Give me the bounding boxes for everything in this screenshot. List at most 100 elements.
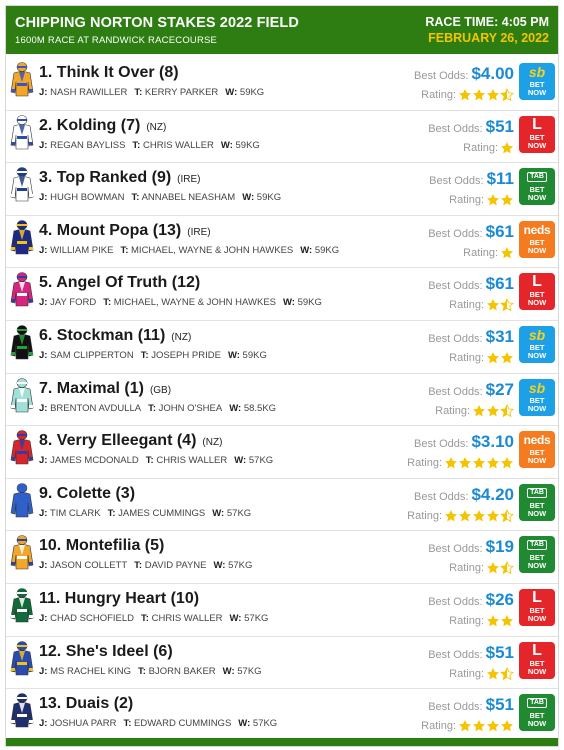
- jockey-silk-icon: [10, 114, 34, 149]
- runner-row: 10. Montefilia (5) J: JASON COLLETT T: DAV…: [6, 531, 558, 584]
- jockey-silk-icon: [10, 482, 34, 518]
- best-odds-value[interactable]: $4.20: [471, 485, 514, 504]
- runner-row: 2. Kolding (7) (NZ) J: REGAN BAYLISS T: CHR…: [6, 111, 558, 164]
- lb-logo-icon: L: [532, 273, 542, 291]
- rating-label: Rating:: [407, 457, 442, 470]
- best-odds: Best Odds: $19: [428, 537, 514, 557]
- jockey-label: J:: [39, 139, 48, 151]
- race-header: CHIPPING NORTON STAKES 2022 FIELD 1600M …: [6, 6, 558, 54]
- runner-name-text: 8. Verry Elleegant (4): [39, 432, 197, 450]
- best-odds-label: Best Odds:: [428, 385, 483, 398]
- race-subtitle: 1600M RACE AT RANDWICK RACECOURSE: [15, 35, 218, 46]
- star-full-icon: [445, 509, 457, 522]
- race-date: FEBRUARY 26, 2022: [428, 31, 549, 45]
- runner-weight: 57KG: [226, 507, 252, 519]
- star-full-icon: [445, 457, 457, 469]
- runner-name-text: 3. Top Ranked (9): [39, 169, 172, 187]
- best-odds-value[interactable]: $61: [486, 222, 514, 241]
- runner-meta: J: REGAN BAYLISS T: CHRIS WALLER W: 59KG: [39, 140, 260, 151]
- runner-name-text: 2. Kolding (7): [39, 116, 141, 134]
- trainer-label: T:: [145, 455, 154, 467]
- jockey-label: J:: [39, 402, 48, 414]
- bet-now-button[interactable]: neds BET NOW: [519, 220, 555, 258]
- star-full-icon: [473, 404, 485, 416]
- weight-label: W:: [220, 139, 233, 151]
- jockey-name: HUGH BOWMAN: [50, 192, 125, 204]
- best-odds-value[interactable]: $51: [486, 117, 514, 136]
- bet-now-button[interactable]: TAB BET NOW: [519, 168, 555, 206]
- jockey-name: NASH RAWILLER: [50, 87, 128, 98]
- star-full-icon: [487, 404, 499, 416]
- now-label: NOW: [527, 561, 547, 571]
- jockey-silk-icon: [10, 640, 34, 675]
- best-odds-label: Best Odds:: [428, 648, 483, 661]
- runner-weight: 59KG: [297, 297, 322, 309]
- best-odds-value[interactable]: $19: [486, 537, 514, 556]
- bet-now-button[interactable]: L BET NOW: [519, 641, 555, 679]
- now-label: NOW: [527, 508, 547, 518]
- best-odds-value[interactable]: $27: [486, 380, 514, 399]
- best-odds-value[interactable]: $3.10: [471, 432, 514, 451]
- star-full-icon: [487, 457, 499, 469]
- runner-country: (NZ): [171, 331, 192, 343]
- lb-logo-icon: L: [532, 115, 542, 133]
- tab-logo-icon: TAB: [519, 694, 555, 712]
- jockey-silk-icon: [10, 325, 34, 360]
- star-full-icon: [459, 89, 471, 101]
- race-time: RACE TIME: 4:05 PM: [425, 15, 549, 29]
- best-odds: Best Odds: $31: [428, 327, 514, 347]
- runner-meta: J: NASH RAWILLER T: KERRY PARKER W: 59KG: [39, 87, 264, 98]
- bet-now-button[interactable]: sb BET NOW: [519, 325, 555, 363]
- weight-label: W:: [212, 507, 225, 519]
- neds-logo-icon: neds: [523, 433, 551, 448]
- bet-now-button[interactable]: sb BET NOW: [519, 378, 555, 416]
- star-full-icon: [473, 720, 485, 732]
- best-odds: Best Odds: $61: [428, 274, 514, 294]
- best-odds-value[interactable]: $11: [487, 169, 514, 188]
- runner-row: 6. Stockman (11) (NZ) J: SAM CLIPPERTON T: …: [6, 321, 558, 374]
- runner-name-text: 10. Montefilia (5): [39, 537, 165, 555]
- best-odds: Best Odds: $51: [428, 643, 514, 663]
- sb-logo-icon: sb: [528, 326, 546, 343]
- bet-now-button[interactable]: L BET NOW: [519, 115, 555, 153]
- runner-row: 1. Think It Over (8) J: NASH RAWILLER T: K…: [6, 58, 558, 111]
- trainer-name: ANNABEL NEASHAM: [141, 192, 236, 204]
- runner-row: 8. Verry Elleegant (4) (NZ) J: JAMES MCDON…: [6, 426, 558, 479]
- jockey-name: MS RACHEL KING: [50, 665, 132, 677]
- runner-name: 3. Top Ranked (9) (IRE): [39, 169, 201, 187]
- rating-label: Rating:: [449, 194, 484, 207]
- bet-now-button[interactable]: sb BET NOW: [519, 63, 555, 100]
- bet-now-button[interactable]: neds BET NOW: [519, 431, 555, 469]
- bet-now-button[interactable]: L BET NOW: [519, 273, 555, 311]
- runner-name-text: 13. Duais (2): [39, 695, 134, 713]
- bet-now-button[interactable]: TAB BET NOW: [519, 694, 555, 732]
- star-full-icon: [487, 614, 499, 627]
- runner-meta: J: BRENTON AVDULLA T: JOHN O'SHEA W: 58.5K…: [39, 403, 276, 414]
- rating-label: Rating:: [421, 89, 456, 101]
- runner-meta: J: JAY FORD T: MICHAEL, WAYNE & JOHN HAWK…: [39, 297, 322, 308]
- bet-now-button[interactable]: L BET NOW: [519, 588, 555, 626]
- now-label: NOW: [527, 666, 547, 676]
- best-odds-value[interactable]: $51: [486, 695, 514, 714]
- rating-label: Rating:: [407, 509, 442, 522]
- bet-now-button[interactable]: TAB BET NOW: [519, 536, 555, 574]
- best-odds-value[interactable]: $26: [486, 590, 514, 609]
- runner-name-text: 1. Think It Over (8): [39, 64, 179, 81]
- best-odds-value[interactable]: $51: [486, 643, 514, 662]
- best-odds-value[interactable]: $31: [486, 327, 514, 346]
- weight-label: W:: [213, 560, 226, 572]
- star-half-icon: [500, 508, 514, 522]
- best-odds-label: Best Odds:: [414, 490, 469, 503]
- weight-label: W:: [229, 612, 242, 624]
- trainer-label: T:: [131, 192, 140, 204]
- star-half-icon: [500, 88, 514, 102]
- best-odds-value[interactable]: $4.00: [471, 64, 514, 83]
- weight-label: W:: [222, 665, 235, 677]
- trainer-name: JOSEPH PRIDE: [151, 349, 221, 361]
- bet-now-button[interactable]: TAB BET NOW: [519, 483, 555, 521]
- best-odds-value[interactable]: $61: [486, 274, 514, 293]
- star-half-icon: [500, 298, 514, 312]
- rating: Rating:: [449, 298, 514, 312]
- best-odds: Best Odds: $61: [428, 222, 514, 242]
- rating: Rating:: [421, 88, 514, 102]
